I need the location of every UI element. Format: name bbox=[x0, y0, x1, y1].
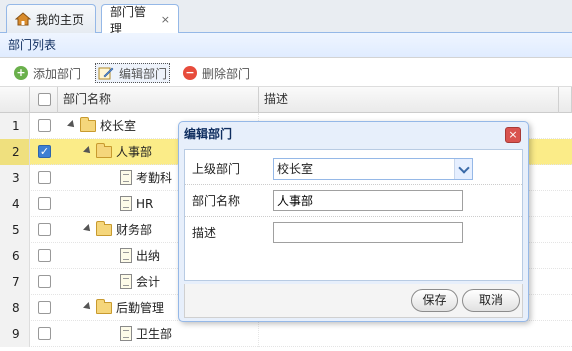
document-icon bbox=[120, 326, 132, 341]
department-name-label: 财务部 bbox=[116, 223, 153, 237]
add-department-button[interactable]: + 添加部门 bbox=[12, 63, 83, 83]
row-number: 9 bbox=[0, 321, 30, 347]
dialog-footer: 保存 取消 bbox=[184, 284, 523, 318]
add-department-label: 添加部门 bbox=[33, 66, 82, 81]
row-number: 7 bbox=[0, 269, 30, 295]
row-checkbox-cell[interactable] bbox=[30, 113, 58, 139]
parent-department-label: 上级部门 bbox=[192, 162, 241, 176]
department-name-label: 考勤科 bbox=[136, 171, 173, 185]
row-number: 6 bbox=[0, 243, 30, 269]
document-icon bbox=[120, 274, 132, 289]
department-name-input[interactable] bbox=[273, 190, 463, 211]
edit-department-dialog: 编辑部门 × 上级部门 校长室 部门名称 描述 保存 取消 bbox=[178, 121, 529, 322]
expand-toggle-icon[interactable] bbox=[83, 224, 93, 234]
edit-department-label: 编辑部门 bbox=[119, 66, 168, 81]
delete-department-button[interactable]: − 删除部门 bbox=[181, 63, 252, 83]
row-number: 4 bbox=[0, 191, 30, 217]
edit-department-button[interactable]: 编辑部门 bbox=[95, 63, 171, 83]
department-name-label: 后勤管理 bbox=[116, 301, 165, 315]
tab-home[interactable]: 我的主页 bbox=[6, 4, 96, 33]
edit-icon bbox=[98, 66, 114, 80]
folder-icon bbox=[96, 221, 112, 236]
toolbar: + 添加部门 编辑部门 − 删除部门 bbox=[0, 59, 572, 87]
department-name-row: 部门名称 bbox=[185, 185, 522, 217]
parent-department-select[interactable]: 校长室 bbox=[273, 158, 473, 180]
folder-icon bbox=[96, 299, 112, 314]
row-checkbox[interactable] bbox=[38, 275, 51, 288]
row-checkbox-cell[interactable] bbox=[30, 165, 58, 191]
chevron-down-icon[interactable] bbox=[454, 159, 472, 179]
tab-department-label: 部门管理 bbox=[110, 4, 147, 36]
row-checkbox-cell[interactable] bbox=[30, 243, 58, 269]
department-name-label: 校长室 bbox=[100, 119, 137, 133]
tab-department-management[interactable]: 部门管理 × bbox=[101, 4, 179, 36]
description-cell[interactable] bbox=[259, 321, 572, 347]
row-number: 1 bbox=[0, 113, 30, 139]
description-row: 描述 bbox=[185, 217, 522, 249]
select-all-checkbox[interactable] bbox=[38, 93, 51, 106]
expand-toggle-icon[interactable] bbox=[83, 302, 93, 312]
parent-department-row: 上级部门 校长室 bbox=[185, 153, 522, 185]
department-name-label: HR bbox=[136, 197, 154, 211]
department-name-label: 会计 bbox=[136, 275, 161, 289]
row-checkbox[interactable] bbox=[38, 119, 51, 132]
row-checkbox[interactable] bbox=[38, 223, 51, 236]
delete-icon: − bbox=[183, 66, 197, 80]
department-name-label: 卫生部 bbox=[136, 327, 173, 341]
row-checkbox[interactable] bbox=[38, 249, 51, 262]
header-tail bbox=[559, 87, 572, 113]
document-icon bbox=[120, 170, 132, 185]
cancel-button[interactable]: 取消 bbox=[462, 289, 520, 312]
parent-department-value: 校长室 bbox=[277, 162, 314, 176]
row-checkbox[interactable] bbox=[38, 327, 51, 340]
add-icon: + bbox=[14, 66, 28, 80]
row-checkbox-cell[interactable]: ✓ bbox=[30, 139, 58, 165]
expand-toggle-icon[interactable] bbox=[83, 146, 93, 156]
panel-title: 部门列表 bbox=[0, 33, 572, 58]
document-icon bbox=[120, 196, 132, 211]
department-name-label: 人事部 bbox=[116, 145, 153, 159]
folder-icon bbox=[80, 117, 96, 132]
row-checkbox-cell[interactable] bbox=[30, 269, 58, 295]
delete-department-label: 删除部门 bbox=[202, 66, 251, 81]
dialog-title: 编辑部门 bbox=[184, 127, 233, 141]
row-checkbox[interactable] bbox=[38, 171, 51, 184]
save-button[interactable]: 保存 bbox=[411, 289, 458, 312]
tab-close-icon[interactable]: × bbox=[161, 13, 170, 26]
row-checkbox[interactable] bbox=[38, 301, 51, 314]
table-row[interactable]: 9 卫生部 bbox=[0, 321, 572, 347]
department-name-label: 部门名称 bbox=[192, 194, 241, 208]
tab-home-label: 我的主页 bbox=[36, 12, 85, 27]
department-name-label: 出纳 bbox=[136, 249, 161, 263]
dialog-close-icon[interactable]: × bbox=[505, 127, 521, 143]
department-name-cell[interactable]: 卫生部 bbox=[58, 321, 259, 347]
folder-icon bbox=[96, 143, 112, 158]
description-input[interactable] bbox=[273, 222, 463, 243]
dialog-form: 上级部门 校长室 部门名称 描述 bbox=[184, 149, 523, 281]
row-checkbox[interactable] bbox=[38, 197, 51, 210]
header-description[interactable]: 描述 bbox=[259, 87, 559, 113]
row-checkbox-cell[interactable] bbox=[30, 217, 58, 243]
header-department-name[interactable]: 部门名称 bbox=[58, 87, 259, 113]
row-checkbox-cell[interactable] bbox=[30, 321, 58, 347]
home-icon bbox=[14, 12, 32, 26]
row-checkbox-checked[interactable]: ✓ bbox=[38, 145, 51, 158]
row-number: 5 bbox=[0, 217, 30, 243]
row-number: 2 bbox=[0, 139, 30, 165]
header-checkbox-cell[interactable] bbox=[30, 87, 58, 113]
document-icon bbox=[120, 248, 132, 263]
row-number: 3 bbox=[0, 165, 30, 191]
header-row-number bbox=[0, 87, 30, 113]
row-checkbox-cell[interactable] bbox=[30, 295, 58, 321]
tab-bar: 我的主页 部门管理 × bbox=[0, 0, 572, 36]
row-number: 8 bbox=[0, 295, 30, 321]
description-label: 描述 bbox=[192, 226, 217, 240]
grid-header: 部门名称 描述 bbox=[0, 87, 572, 113]
row-checkbox-cell[interactable] bbox=[30, 191, 58, 217]
expand-toggle-icon[interactable] bbox=[67, 120, 77, 130]
